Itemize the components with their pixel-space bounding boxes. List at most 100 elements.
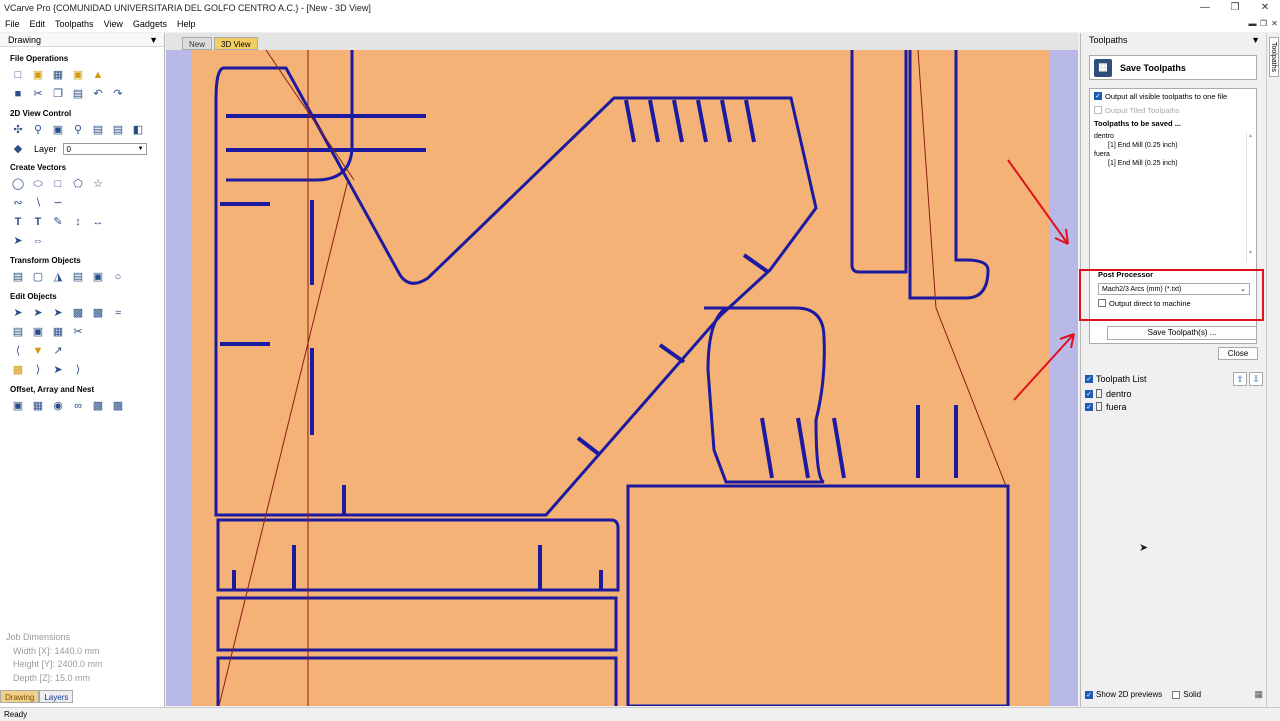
mirror-icon[interactable]: ◮ [50, 269, 66, 285]
ellipse-icon[interactable]: ⬭ [30, 176, 46, 192]
menu-view[interactable]: View [99, 19, 128, 29]
extend-icon[interactable]: ▼ [30, 343, 46, 359]
new-file-icon[interactable]: □ [10, 67, 26, 83]
align-icon[interactable]: ▤ [70, 269, 86, 285]
array-copy-icon[interactable]: ▦ [30, 398, 46, 414]
redo-icon[interactable]: ↷ [110, 86, 126, 102]
ungroup-icon[interactable]: ▩ [90, 305, 106, 321]
toolpath-item-dentro[interactable]: ✓ dentro [1085, 387, 1263, 400]
status-text: Ready [4, 710, 28, 719]
group-icon[interactable]: ▩ [70, 305, 86, 321]
zoom-icon[interactable]: ⚲ [30, 122, 46, 138]
tab-layers[interactable]: Layers [39, 690, 74, 703]
close-button[interactable]: Close [1218, 347, 1258, 360]
rotate-icon[interactable]: ▢ [30, 269, 46, 285]
smooth-icon[interactable]: ↗ [50, 343, 66, 359]
trim-icon[interactable]: ✂ [70, 324, 86, 340]
center-icon[interactable]: ○ [110, 269, 126, 285]
view-toggle-icon[interactable]: ◧ [130, 122, 146, 138]
open-file-icon[interactable]: ▣ [30, 67, 46, 83]
open-folder-icon[interactable]: ▣ [70, 67, 86, 83]
join-vector-icon[interactable]: ⟩ [70, 362, 86, 378]
menu-file[interactable]: File [0, 19, 25, 29]
zoom-extents-icon[interactable]: ▣ [50, 122, 66, 138]
subtract-icon[interactable]: ▣ [30, 324, 46, 340]
toolpath-list-checkbox[interactable]: ✓ [1085, 375, 1093, 383]
zoom-in-icon[interactable]: ⚲ [70, 122, 86, 138]
tab-3d-view[interactable]: 3D View [214, 37, 258, 50]
menu-edit[interactable]: Edit [25, 19, 51, 29]
menu-gadgets[interactable]: Gadgets [128, 19, 172, 29]
undo-icon[interactable]: ↶ [90, 86, 106, 102]
tab-icon[interactable]: ▩ [10, 362, 26, 378]
arc-icon[interactable]: ∖ [30, 195, 46, 211]
3d-view-canvas[interactable] [166, 50, 1078, 706]
delete-icon[interactable]: ▦ [1254, 689, 1263, 700]
text-on-curve-icon[interactable]: T [30, 214, 46, 230]
join-icon[interactable]: ≈ [110, 305, 126, 321]
tab-drawing[interactable]: Drawing [0, 690, 40, 703]
intersect-icon[interactable]: ▦ [50, 324, 66, 340]
copy-along-vector-icon[interactable]: ∞ [70, 398, 86, 414]
close-vector-icon[interactable]: ⟩ [30, 362, 46, 378]
pin-icon[interactable]: ▼ [149, 35, 158, 45]
save-toolpaths-button[interactable]: Save Toolpath(s) ... [1107, 326, 1257, 340]
toolpath-checkbox[interactable]: ✓ [1085, 402, 1093, 411]
minimize-icon[interactable]: — [1190, 0, 1220, 16]
circular-array-icon[interactable]: ◉ [50, 398, 66, 414]
solid-checkbox[interactable] [1172, 690, 1181, 699]
pin-icon[interactable]: ▼ [1251, 35, 1260, 45]
cut-icon[interactable]: ✂ [30, 86, 46, 102]
circle-icon[interactable]: ◯ [10, 176, 26, 192]
copy-icon[interactable]: ❐ [50, 86, 66, 102]
move-down-icon[interactable]: ⇩ [1249, 372, 1263, 386]
select-icon[interactable]: ➤ [10, 305, 26, 321]
weld-icon[interactable]: ▤ [10, 324, 26, 340]
menu-toolpaths[interactable]: Toolpaths [50, 19, 99, 29]
fillet-icon[interactable]: ⟨ [10, 343, 26, 359]
toolpaths-panel-header: Toolpaths ▼ [1081, 33, 1266, 47]
move-up-icon[interactable]: ⇧ [1233, 372, 1247, 386]
edit-text-icon[interactable]: ✎ [50, 214, 66, 230]
text-icon[interactable]: T [10, 214, 26, 230]
next-vector-icon[interactable]: ➤ [50, 362, 66, 378]
dimension-icon[interactable]: ↕ [70, 214, 86, 230]
tab-new[interactable]: New [182, 37, 213, 50]
polygon-icon[interactable]: ⬠ [70, 176, 86, 192]
side-tab-toolpaths[interactable]: Toolpaths [1269, 37, 1279, 77]
node-edit-icon[interactable]: ➤ [10, 233, 26, 249]
import-icon[interactable]: ▲ [90, 67, 106, 83]
mdi-minimize-icon[interactable]: ▬ [1247, 16, 1258, 32]
paste-icon[interactable]: ▤ [70, 86, 86, 102]
nest-sheets-icon[interactable]: ▩ [110, 398, 126, 414]
dimension-horizontal-icon[interactable]: ↔ [90, 214, 106, 230]
nesting-icon[interactable]: ▩ [90, 398, 106, 414]
interactive-select-icon[interactable]: ➤ [50, 305, 66, 321]
mdi-restore-icon[interactable]: ❐ [1258, 16, 1269, 32]
output-all-checkbox[interactable]: ✓ [1094, 92, 1102, 100]
show-2d-checkbox[interactable]: ✓ [1085, 690, 1093, 699]
layer-select[interactable]: 0 ▼ [62, 143, 147, 155]
measure-icon[interactable]: ⇔ [30, 233, 46, 249]
move-icon[interactable]: ▤ [10, 269, 26, 285]
node-select-icon[interactable]: ➤ [30, 305, 46, 321]
menu-help[interactable]: Help [172, 19, 201, 29]
star-icon[interactable]: ☆ [90, 176, 106, 192]
curve-icon[interactable]: ∽ [50, 195, 66, 211]
scrollbar[interactable]: ▲ ▼ [1246, 132, 1254, 262]
view-material-icon[interactable]: ▤ [110, 122, 126, 138]
polyline-icon[interactable]: ∾ [10, 195, 26, 211]
rectangle-icon[interactable]: □ [50, 176, 66, 192]
offset-icon[interactable]: ▣ [10, 398, 26, 414]
pan-icon[interactable]: ✣ [10, 122, 26, 138]
output-all-option[interactable]: ✓ Output all visible toolpaths to one fi… [1090, 89, 1256, 103]
toolpath-checkbox[interactable]: ✓ [1085, 389, 1093, 398]
zoom-selection-icon[interactable]: ▤ [90, 122, 106, 138]
close-icon[interactable]: ✕ [1250, 0, 1280, 16]
scale-icon[interactable]: ▣ [90, 269, 106, 285]
job-setup-icon[interactable]: ■ [10, 86, 26, 102]
maximize-icon[interactable]: ❐ [1220, 0, 1250, 16]
mdi-close-icon[interactable]: ✕ [1269, 16, 1280, 32]
save-file-icon[interactable]: ▦ [50, 67, 66, 83]
toolpath-item-fuera[interactable]: ✓ fuera [1085, 400, 1263, 413]
